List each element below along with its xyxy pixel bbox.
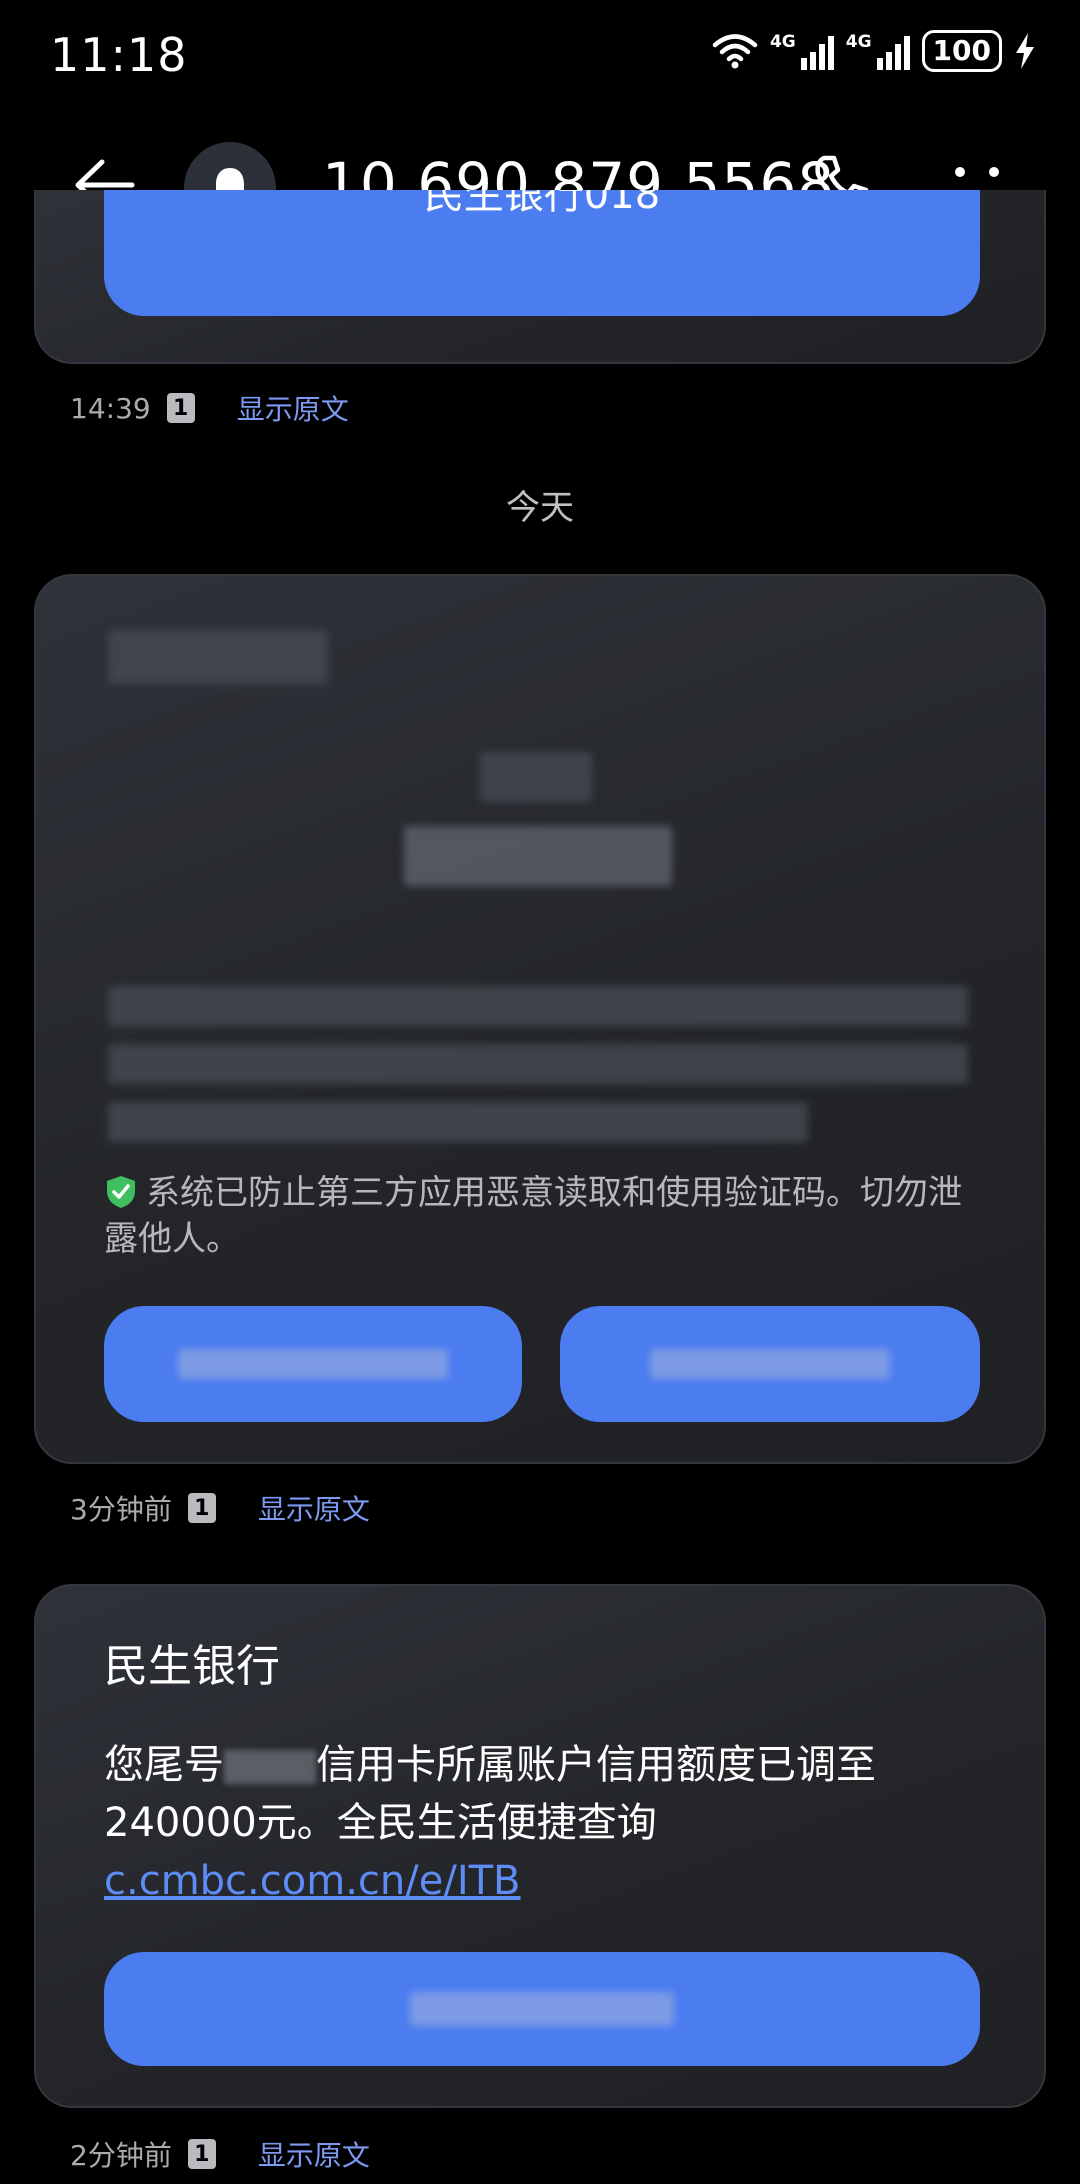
message-3-show-original[interactable]: 显示原文 — [258, 2134, 370, 2174]
signal-1-icon: 4G — [770, 32, 834, 70]
network-type-2: 4G — [845, 32, 872, 52]
status-icons: 4G 4G 100 — [712, 30, 1036, 72]
charging-bolt-icon — [1016, 33, 1034, 69]
message-1-show-original[interactable]: 显示原文 — [237, 388, 349, 428]
message-3-action-button[interactable] — [104, 1952, 980, 2066]
signal-2-icon: 4G — [846, 32, 910, 70]
network-type-1: 4G — [769, 32, 796, 52]
redacted-label — [480, 752, 592, 802]
shield-check-icon — [107, 1176, 135, 1208]
redacted-button-label-2 — [650, 1349, 890, 1379]
message-3-body-prefix: 您尾号 — [104, 1742, 224, 1788]
message-2-show-original[interactable]: 显示原文 — [258, 1488, 370, 1528]
redacted-sender — [108, 630, 328, 684]
redacted-button-label-1 — [178, 1349, 448, 1379]
message-card-1: 民生银行018 — [34, 190, 1046, 364]
status-time: 11:18 — [50, 28, 188, 82]
message-card-2 — [34, 574, 1046, 1464]
message-2-time: 3分钟前 — [70, 1493, 172, 1526]
message-3-time: 2分钟前 — [70, 2139, 172, 2172]
security-warning-text: 系统已防止第三方应用恶意读取和使用验证码。切勿泄露他人。 — [104, 1173, 962, 1259]
redacted-line-3 — [108, 1102, 808, 1142]
message-1-time: 14:39 — [70, 391, 151, 425]
sim-card-icon: 1 — [166, 393, 195, 423]
message-1-action-button[interactable]: 民生银行018 — [104, 190, 980, 316]
redacted-button-label-3 — [410, 1992, 674, 2026]
message-3-link[interactable]: c.cmbc.com.cn/e/ITB — [104, 1858, 520, 1904]
message-3-sender: 民生银行 — [104, 1641, 280, 1692]
sim-card-icon: 1 — [187, 1493, 216, 1523]
sim-card-icon: 1 — [187, 2139, 216, 2169]
redacted-line-1 — [108, 986, 968, 1026]
message-2-meta: 3分钟前 1 显示原文 — [70, 1488, 370, 1528]
security-warning: 系统已防止第三方应用恶意读取和使用验证码。切勿泄露他人。 — [104, 1170, 984, 1262]
redacted-line-2 — [108, 1044, 968, 1084]
message-2-action-button-1[interactable] — [104, 1306, 522, 1422]
message-1-meta: 14:39 1 显示原文 — [70, 388, 349, 428]
masked-card-number — [224, 1750, 316, 1784]
redacted-code — [404, 826, 672, 886]
date-separator: 今天 — [506, 488, 574, 528]
battery-indicator: 100 — [921, 30, 1002, 72]
message-2-action-button-2[interactable] — [560, 1306, 980, 1422]
message-3-body: 您尾号 信用卡所属账户信用额度已调至240000元。全民生活便捷查询c.cmbc.… — [104, 1736, 984, 1910]
wifi-icon — [712, 34, 758, 69]
message-3-meta: 2分钟前 1 显示原文 — [70, 2134, 370, 2174]
message-1-button-label: 民生银行018 — [423, 190, 661, 218]
